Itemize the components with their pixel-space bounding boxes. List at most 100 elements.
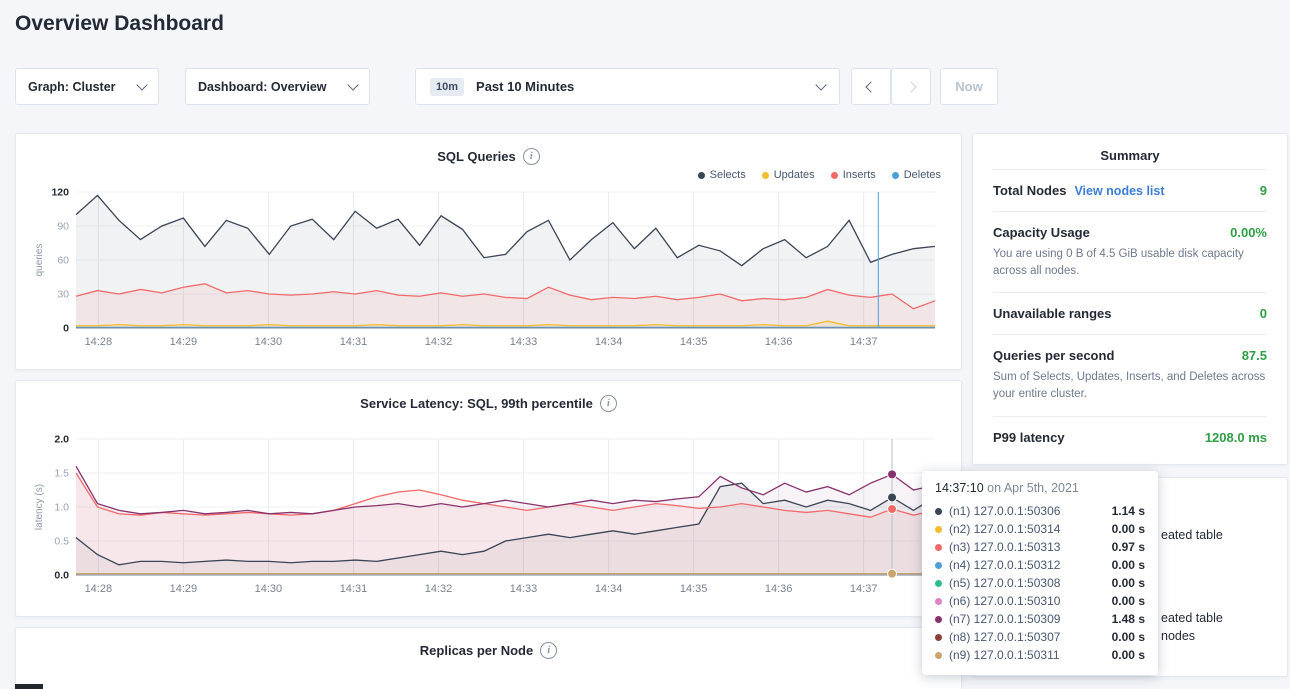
tooltip-row: (n5) 127.0.0.1:503080.00 s — [935, 574, 1145, 592]
sql-queries-panel: SQL Queries i Selects Updates Inserts — [15, 133, 962, 370]
svg-text:14:29: 14:29 — [170, 583, 198, 595]
graph-dropdown-label: Graph: Cluster — [28, 80, 116, 94]
legend-item-deletes[interactable]: Deletes — [892, 169, 941, 181]
page-title: Overview Dashboard — [15, 12, 224, 36]
replicas-per-node-panel: Replicas per Node i — [15, 627, 962, 689]
node-color-dot — [935, 652, 942, 659]
svg-text:14:31: 14:31 — [340, 583, 368, 595]
queries-per-second-value: 87.5 — [1242, 348, 1267, 363]
svg-text:0: 0 — [63, 323, 69, 335]
svg-text:14:32: 14:32 — [425, 336, 453, 348]
legend-dot — [831, 172, 838, 179]
event-item: nodes — [1161, 629, 1195, 643]
svg-text:latency (s): latency (s) — [34, 484, 45, 530]
tooltip-row: (n7) 127.0.0.1:503091.48 s — [935, 610, 1145, 628]
node-color-dot — [935, 580, 942, 587]
time-range-picker[interactable]: 10m Past 10 Minutes — [415, 68, 840, 105]
summary-item-unavailable-ranges: Unavailable ranges 0 — [993, 292, 1267, 334]
svg-text:14:33: 14:33 — [510, 336, 538, 348]
summary-item-total-nodes: Total Nodes View nodes list 9 — [993, 169, 1267, 211]
svg-text:14:37: 14:37 — [850, 336, 878, 348]
sql-queries-title: SQL Queries i — [30, 146, 947, 166]
sql-queries-chart[interactable]: 14:28 14:29 14:30 14:31 14:32 14:33 14:34 14:35… — [30, 184, 949, 354]
event-item: eated table — [1161, 528, 1223, 542]
svg-text:14:30: 14:30 — [255, 583, 283, 595]
summary-item-queries-per-second: Queries per second 87.5 Sum of Selects, … — [993, 334, 1267, 415]
capacity-usage-value: 0.00% — [1230, 225, 1267, 240]
svg-text:14:36: 14:36 — [765, 336, 793, 348]
time-range-label: Past 10 Minutes — [476, 79, 574, 94]
svg-text:30: 30 — [57, 289, 69, 301]
view-nodes-list-link[interactable]: View nodes list — [1074, 184, 1164, 198]
chart-tooltip: 14:37:10 on Apr 5th, 2021 (n1) 127.0.0.1… — [922, 471, 1158, 675]
summary-item-capacity-usage: Capacity Usage 0.00% You are using 0 B o… — [993, 211, 1267, 292]
svg-text:90: 90 — [57, 221, 69, 233]
summary-title: Summary — [993, 148, 1267, 163]
queries-per-second-label: Queries per second — [993, 348, 1114, 363]
chevron-left-icon — [865, 81, 876, 92]
chevron-down-icon — [815, 79, 826, 90]
legend-dot — [762, 172, 769, 179]
svg-text:1.0: 1.0 — [54, 502, 69, 514]
svg-text:14:30: 14:30 — [255, 336, 283, 348]
service-latency-panel: Service Latency: SQL, 99th percentile i … — [15, 380, 962, 617]
summary-panel: Summary Total Nodes View nodes list 9 Ca… — [972, 133, 1288, 465]
svg-text:14:34: 14:34 — [595, 336, 623, 348]
capacity-usage-caption: You are using 0 B of 4.5 GiB usable disk… — [993, 246, 1267, 279]
info-icon[interactable]: i — [600, 395, 617, 412]
tooltip-row: (n9) 127.0.0.1:503110.00 s — [935, 646, 1145, 664]
now-button[interactable]: Now — [940, 68, 998, 105]
queries-per-second-caption: Sum of Selects, Updates, Inserts, and De… — [993, 369, 1267, 402]
svg-text:14:35: 14:35 — [680, 336, 708, 348]
tooltip-timestamp: 14:37:10 on Apr 5th, 2021 — [935, 481, 1145, 495]
unavailable-ranges-value: 0 — [1260, 306, 1267, 321]
node-color-dot — [935, 634, 942, 641]
legend-item-selects[interactable]: Selects — [698, 169, 746, 181]
svg-text:2.0: 2.0 — [54, 434, 69, 446]
svg-text:0.5: 0.5 — [54, 536, 69, 548]
time-next-button[interactable] — [891, 68, 931, 105]
tooltip-row: (n3) 127.0.0.1:503130.97 s — [935, 538, 1145, 556]
svg-text:120: 120 — [51, 187, 69, 199]
svg-text:0.0: 0.0 — [54, 570, 69, 582]
tooltip-row: (n6) 127.0.0.1:503100.00 s — [935, 592, 1145, 610]
overview-dashboard-page: Overview Dashboard Graph: Cluster Dashbo… — [0, 0, 1290, 689]
legend-item-updates[interactable]: Updates — [762, 169, 815, 181]
service-latency-chart[interactable]: 14:2814:2914:3014:3114:3214:3314:3414:35… — [30, 431, 949, 601]
chevron-down-icon — [347, 79, 358, 90]
service-latency-title: Service Latency: SQL, 99th percentile i — [30, 393, 947, 413]
node-color-dot — [935, 598, 942, 605]
tooltip-row: (n2) 127.0.0.1:503140.00 s — [935, 520, 1145, 538]
chevron-down-icon — [136, 79, 147, 90]
replicas-per-node-title: Replicas per Node i — [30, 640, 947, 660]
event-item: eated table — [1161, 611, 1223, 625]
time-range-badge: 10m — [430, 78, 464, 96]
svg-text:1.5: 1.5 — [54, 468, 69, 480]
summary-item-p99-latency: P99 latency 1208.0 ms — [993, 416, 1267, 458]
info-icon[interactable]: i — [540, 642, 557, 659]
svg-text:14:28: 14:28 — [85, 336, 113, 348]
chevron-right-icon — [905, 81, 916, 92]
info-icon[interactable]: i — [523, 148, 540, 165]
node-color-dot — [935, 526, 942, 533]
legend-item-inserts[interactable]: Inserts — [831, 169, 876, 181]
svg-text:14:29: 14:29 — [170, 336, 198, 348]
svg-text:14:34: 14:34 — [595, 583, 623, 595]
svg-text:14:36: 14:36 — [765, 583, 793, 595]
svg-text:14:35: 14:35 — [680, 583, 708, 595]
time-prev-button[interactable] — [851, 68, 891, 105]
charts-column: SQL Queries i Selects Updates Inserts — [15, 133, 962, 689]
node-color-dot — [935, 616, 942, 623]
partial-chart-element — [15, 684, 43, 689]
svg-text:60: 60 — [57, 255, 69, 267]
total-nodes-value: 9 — [1260, 183, 1267, 198]
chart-legend: Selects Updates Inserts Deletes — [30, 166, 947, 184]
svg-text:14:31: 14:31 — [340, 336, 368, 348]
dashboard-dropdown[interactable]: Dashboard: Overview — [185, 68, 370, 105]
svg-text:14:28: 14:28 — [85, 583, 113, 595]
tooltip-row: (n1) 127.0.0.1:503061.14 s — [935, 502, 1145, 520]
graph-dropdown[interactable]: Graph: Cluster — [15, 68, 159, 105]
legend-dot — [892, 172, 899, 179]
p99-latency-value: 1208.0 ms — [1205, 430, 1267, 445]
svg-text:14:32: 14:32 — [425, 583, 453, 595]
